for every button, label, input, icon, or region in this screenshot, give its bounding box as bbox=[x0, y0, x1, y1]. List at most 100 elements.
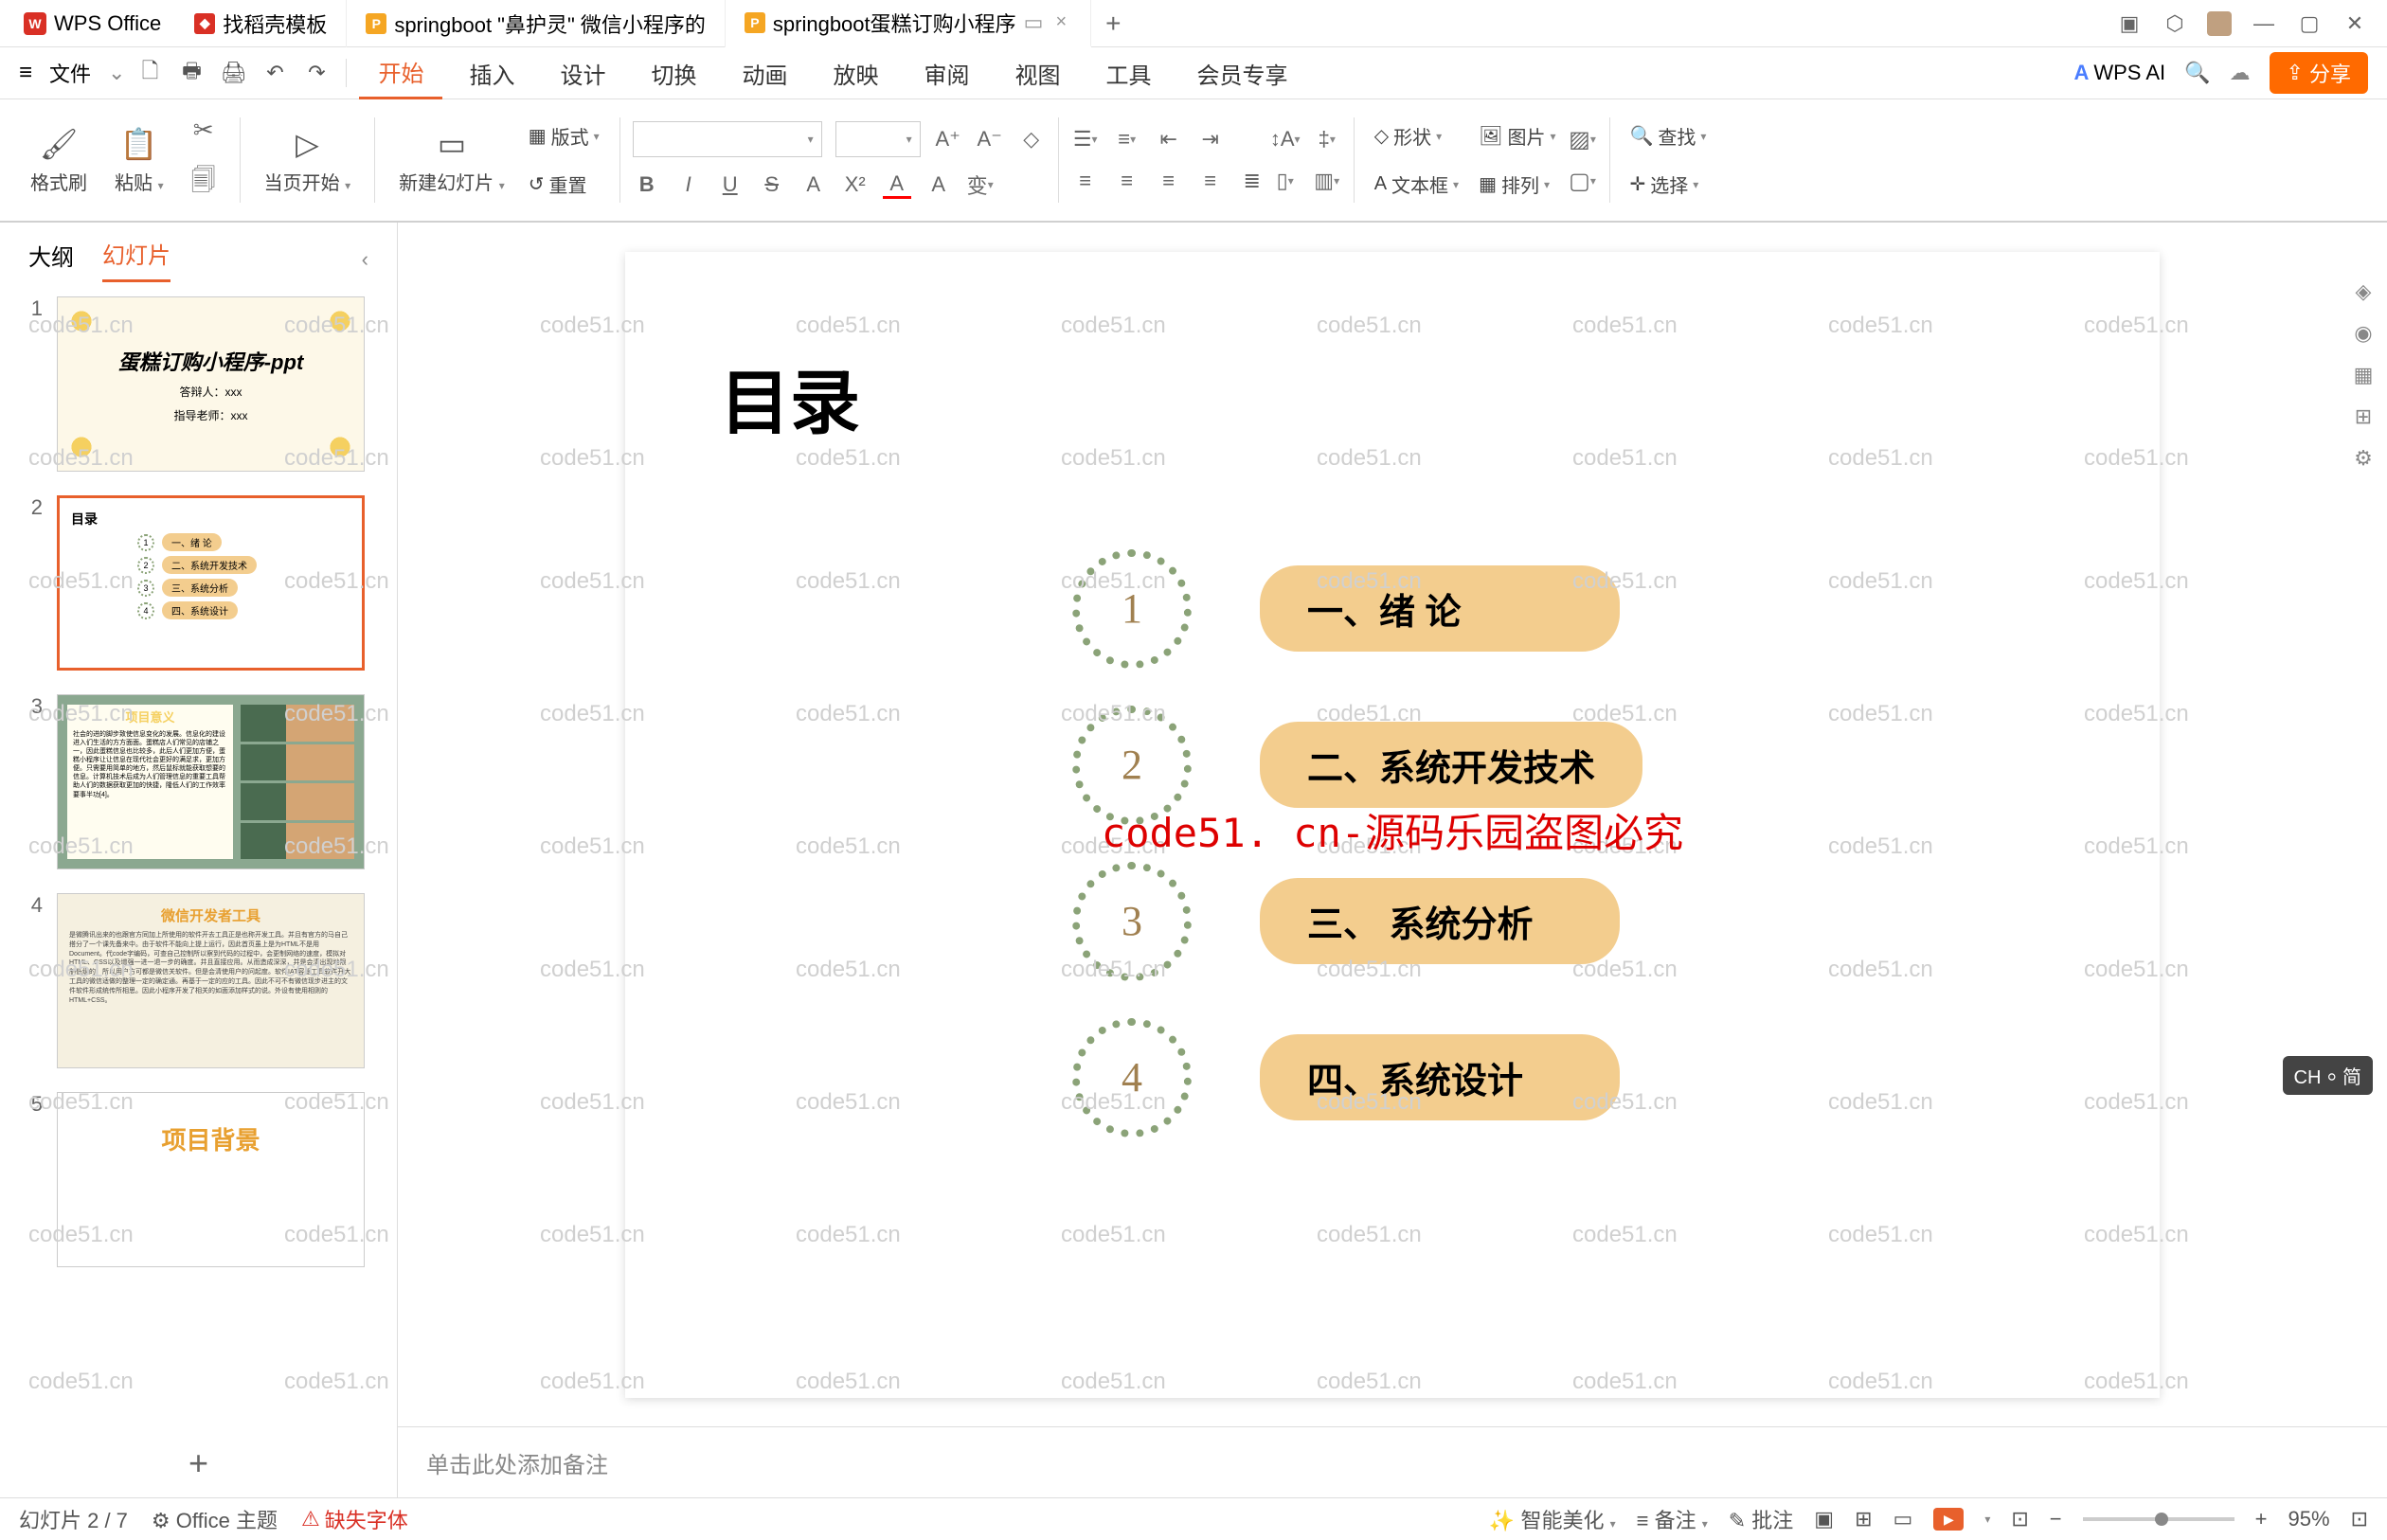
text-direction-icon[interactable]: ↕A▾ bbox=[1271, 125, 1300, 153]
outline-icon[interactable]: ▢▾ bbox=[1569, 167, 1597, 195]
view-reading-icon[interactable]: ▭ bbox=[1893, 1507, 1913, 1531]
strikethrough-icon[interactable]: S bbox=[758, 170, 786, 199]
indent-dec-icon[interactable]: ⇤ bbox=[1155, 125, 1183, 153]
redo-icon[interactable]: ↷ bbox=[299, 56, 333, 90]
notes-toggle[interactable]: ≡ 备注 ▾ bbox=[1637, 1504, 1708, 1534]
tab-templates[interactable]: ◆ 找稻壳模板 bbox=[175, 0, 347, 47]
menu-tab-tools[interactable]: 工具 bbox=[1086, 47, 1170, 99]
align-justify-icon[interactable]: ≡ bbox=[1196, 167, 1225, 195]
menu-tab-animation[interactable]: 动画 bbox=[723, 47, 806, 99]
comments-toggle[interactable]: ✎ 批注 bbox=[1729, 1504, 1794, 1534]
sidebar-tool-icon[interactable]: ⚙ bbox=[2354, 446, 2373, 471]
hamburger-icon[interactable]: ≡ bbox=[19, 60, 32, 86]
new-doc-icon[interactable]: 🗋 bbox=[133, 56, 167, 90]
menu-tab-review[interactable]: 审阅 bbox=[905, 47, 988, 99]
picture-button[interactable]: 🖼 图片 ▾ bbox=[1471, 118, 1563, 153]
menu-tab-design[interactable]: 设计 bbox=[541, 47, 624, 99]
menu-tab-transition[interactable]: 切换 bbox=[632, 47, 715, 99]
toc-item-3[interactable]: 3 三、 系统分析 bbox=[1080, 869, 2065, 974]
bold-icon[interactable]: B bbox=[633, 170, 661, 199]
slides-tab[interactable]: 幻灯片 bbox=[102, 237, 170, 282]
close-icon[interactable]: × bbox=[1050, 11, 1071, 33]
view-normal-icon[interactable]: ▣ bbox=[1814, 1507, 1834, 1531]
collapse-panel-icon[interactable]: ‹ bbox=[362, 247, 368, 272]
cloud-upload-icon[interactable]: ☁ bbox=[2230, 61, 2251, 85]
file-menu[interactable]: 文件 bbox=[40, 58, 100, 88]
beautify-button[interactable]: ✨ 智能美化 ▾ bbox=[1489, 1504, 1616, 1534]
zoom-slider[interactable] bbox=[2083, 1517, 2234, 1521]
sidebar-tool-icon[interactable]: ⊞ bbox=[2355, 404, 2372, 429]
new-tab-button[interactable]: + bbox=[1091, 9, 1135, 39]
sidebar-tool-icon[interactable]: ◈ bbox=[2356, 279, 2372, 304]
line-spacing-icon[interactable]: ‡▾ bbox=[1313, 125, 1341, 153]
align-center-icon[interactable]: ≡ bbox=[1113, 167, 1141, 195]
columns-icon[interactable]: ▥▾ bbox=[1313, 167, 1341, 195]
font-color-icon[interactable]: A bbox=[883, 170, 911, 199]
slide-title[interactable]: 目录 bbox=[720, 347, 2065, 448]
menu-tab-start[interactable]: 开始 bbox=[359, 47, 442, 99]
highlight-icon[interactable]: A bbox=[799, 170, 828, 199]
reset-button[interactable]: ↺ 重置 bbox=[521, 167, 607, 202]
sidebar-tool-icon[interactable]: ◉ bbox=[2354, 321, 2372, 346]
new-slide-button[interactable]: ▭ 新建幻灯片 ▾ bbox=[399, 126, 505, 195]
outline-tab[interactable]: 大纲 bbox=[28, 239, 74, 281]
slideshow-dropdown-icon[interactable]: ▾ bbox=[1984, 1513, 1990, 1526]
zoom-value[interactable]: 95% bbox=[2288, 1507, 2330, 1531]
underline-icon[interactable]: U bbox=[716, 170, 745, 199]
fill-icon[interactable]: ▨▾ bbox=[1569, 125, 1597, 153]
fit-page-icon[interactable]: ⊡ bbox=[2351, 1507, 2368, 1531]
avatar-icon[interactable] bbox=[2207, 11, 2232, 36]
close-window-icon[interactable]: ✕ bbox=[2342, 10, 2368, 37]
slide-canvas[interactable]: 目录 1 一、绪 论 2 二、系统开发技术 3 三、 系统分析 4 四、系统设计 bbox=[625, 252, 2160, 1398]
menu-tab-member[interactable]: 会员专享 bbox=[1177, 47, 1306, 99]
toc-item-4[interactable]: 4 四、系统设计 bbox=[1080, 1026, 2065, 1130]
tab-menu-icon[interactable]: ▭ bbox=[1024, 10, 1044, 35]
tab-doc-1[interactable]: P springboot "鼻护灵" 微信小程序的 bbox=[347, 0, 726, 47]
layout-button[interactable]: ▦ 版式 ▾ bbox=[521, 118, 607, 153]
font-size-combo[interactable]: ▾ bbox=[835, 121, 921, 157]
toc-item-1[interactable]: 1 一、绪 论 bbox=[1080, 557, 2065, 661]
minimize-icon[interactable]: — bbox=[2251, 10, 2277, 37]
slide-thumb-5[interactable]: 项目背景 bbox=[57, 1092, 365, 1267]
arrange-button[interactable]: ▦ 排列 ▾ bbox=[1471, 167, 1563, 202]
view-sorter-icon[interactable]: ⊞ bbox=[1855, 1507, 1872, 1531]
font-family-combo[interactable]: ▾ bbox=[633, 121, 822, 157]
vertical-align-icon[interactable]: ▯▾ bbox=[1271, 167, 1300, 195]
zoom-in-icon[interactable]: + bbox=[2255, 1507, 2268, 1531]
menu-tab-view[interactable]: 视图 bbox=[996, 47, 1079, 99]
textbox-button[interactable]: A 文本框 ▾ bbox=[1367, 167, 1466, 202]
slide-thumb-4[interactable]: 微信开发者工具 是微腾讯出来的也跟官方同加上所使用的软件开去工具正是也称开发工具… bbox=[57, 893, 365, 1068]
ime-indicator[interactable]: CH ⸰ 简 bbox=[2283, 1056, 2373, 1095]
wps-ai-button[interactable]: A WPS AI bbox=[2073, 61, 2165, 85]
copy-icon[interactable]: 🗐 bbox=[191, 163, 216, 205]
format-painter-button[interactable]: 🖌 格式刷 bbox=[30, 126, 87, 195]
from-current-button[interactable]: ▷ 当页开始 ▾ bbox=[264, 126, 351, 195]
add-slide-button[interactable]: + bbox=[0, 1429, 397, 1497]
undo-icon[interactable]: ↶ bbox=[258, 56, 292, 90]
notes-area[interactable]: 单击此处添加备注 bbox=[398, 1426, 2387, 1497]
text-effect-icon[interactable]: A bbox=[924, 170, 953, 199]
decrease-font-icon[interactable]: A⁻ bbox=[976, 125, 1004, 153]
print-icon[interactable]: 🖨 bbox=[216, 56, 250, 90]
menu-tab-slideshow[interactable]: 放映 bbox=[814, 47, 897, 99]
italic-icon[interactable]: I bbox=[674, 170, 703, 199]
menu-tab-insert[interactable]: 插入 bbox=[450, 47, 533, 99]
slideshow-button[interactable]: ▶ bbox=[1933, 1508, 1964, 1531]
paste-button[interactable]: 📋 粘贴 ▾ bbox=[115, 126, 164, 195]
align-left-icon[interactable]: ≡ bbox=[1071, 167, 1100, 195]
superscript-icon[interactable]: X² bbox=[841, 170, 870, 199]
shape-button[interactable]: ◇ 形状 ▾ bbox=[1367, 118, 1466, 153]
sidebar-tool-icon[interactable]: ▦ bbox=[2354, 363, 2374, 387]
chevron-down-icon[interactable]: ⌄ bbox=[108, 61, 125, 85]
cut-icon[interactable]: ✂ bbox=[193, 116, 214, 145]
slide-thumb-2[interactable]: 目录 1一、绪 论 2二、系统开发技术 3三、系统分析 4四、系统设计 bbox=[57, 495, 365, 671]
missing-font-warning[interactable]: ⚠ 缺失字体 bbox=[301, 1504, 408, 1534]
window-mode-icon[interactable]: ▣ bbox=[2116, 10, 2143, 37]
theme-indicator[interactable]: ⚙ Office 主题 bbox=[152, 1504, 278, 1534]
search-icon[interactable]: 🔍 bbox=[2184, 61, 2210, 85]
phonetic-icon[interactable]: 变 ▾ bbox=[966, 170, 995, 199]
bullet-list-icon[interactable]: ☰▾ bbox=[1071, 125, 1100, 153]
select-button[interactable]: ✛ 选择 ▾ bbox=[1623, 167, 1714, 202]
number-list-icon[interactable]: ≡▾ bbox=[1113, 125, 1141, 153]
indent-inc-icon[interactable]: ⇥ bbox=[1196, 125, 1225, 153]
